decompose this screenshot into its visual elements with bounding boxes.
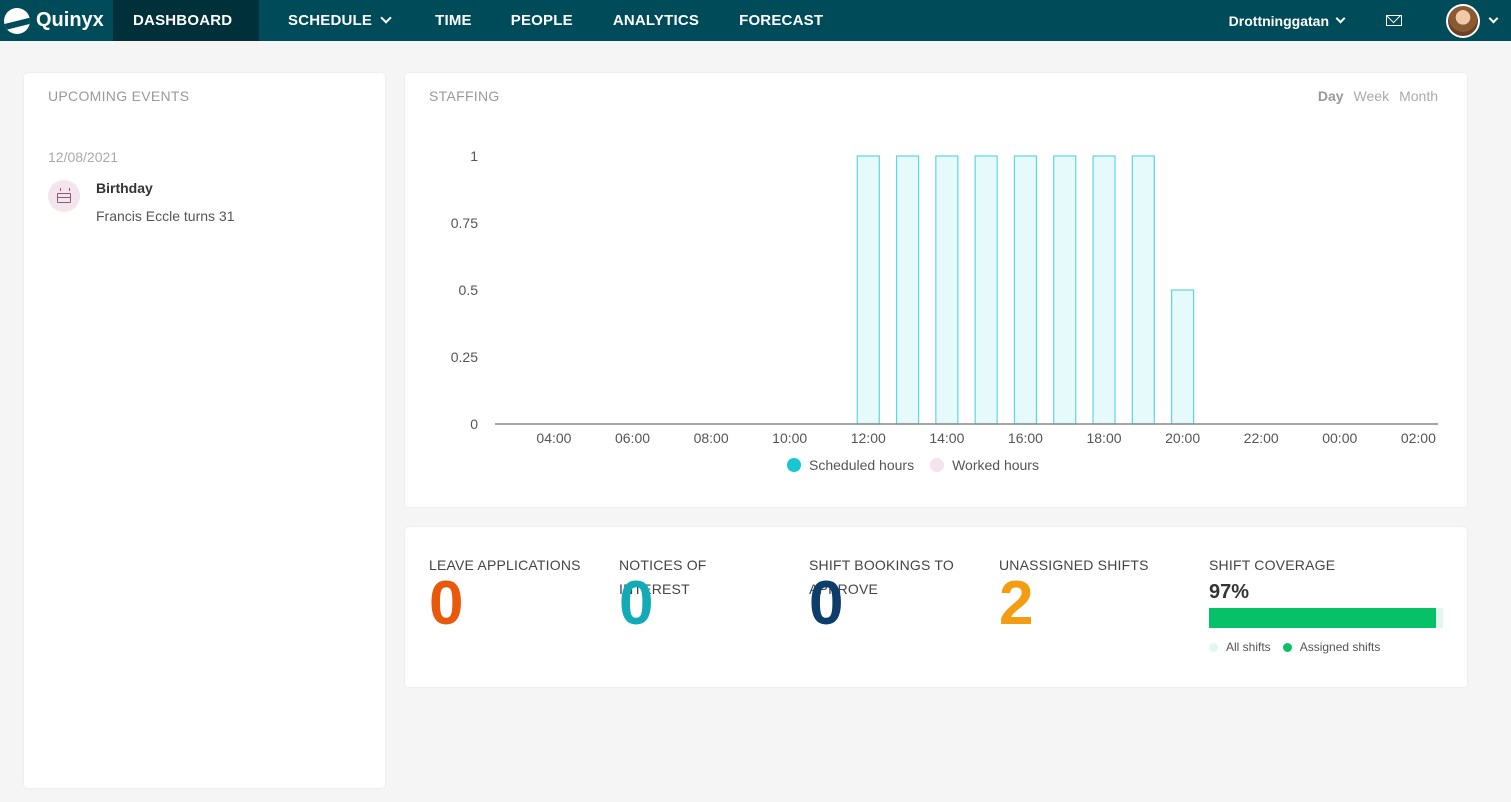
bar-scheduled-hours [1013, 155, 1038, 425]
location-label: Drottninggatan [1228, 12, 1329, 29]
nav-forecast-label: FORECAST [739, 12, 824, 29]
legend-swatch-assigned [1282, 642, 1292, 652]
nav-people-label: PEOPLE [510, 12, 573, 29]
legend-label-worked[interactable]: Worked hours [952, 457, 1039, 473]
nav-schedule-label: SCHEDULE [288, 12, 373, 29]
event-icon-badge [48, 180, 80, 212]
coverage-bar-fill [1209, 608, 1436, 628]
nav-analytics[interactable]: ANALYTICS [573, 0, 699, 41]
event-name: Birthday [96, 180, 153, 196]
coverage-legend: All shifts Assigned shifts [1209, 640, 1445, 654]
y-tick-label: 1 [470, 148, 478, 164]
x-tick-label: 18:00 [1086, 430, 1121, 446]
legend-swatch-all [1209, 642, 1218, 652]
legend-label-assigned: Assigned shifts [1299, 640, 1381, 654]
coverage-percent: 97% [1209, 581, 1250, 603]
shift-coverage[interactable]: SHIFT COVERAGE 97% All shifts Assigned s… [1209, 553, 1445, 654]
nav-people[interactable]: PEOPLE [472, 0, 573, 41]
bar-scheduled-hours [1131, 155, 1155, 425]
logo-text: Quinyx [36, 9, 104, 31]
stat-value-notices-of-interest: 0 [619, 569, 654, 638]
x-tick-label: 04:00 [536, 430, 571, 446]
staffing-card: STAFFING Day Week Month 1 0.75 0.5 0.25 0 04:… [405, 73, 1467, 507]
coverage-label: SHIFT COVERAGE [1209, 557, 1336, 573]
upcoming-events-card: UPCOMING EVENTS 12/08/2021 Birthday Fran… [24, 73, 385, 788]
x-tick-label: 14:00 [929, 430, 964, 446]
chart-legend: Scheduled hours Worked hours [787, 457, 1039, 473]
x-tick-label: 20:00 [1165, 430, 1200, 446]
bar-scheduled-hours [856, 155, 880, 425]
legend-swatch-scheduled [787, 458, 801, 472]
nav-schedule[interactable]: SCHEDULE [259, 0, 392, 41]
x-tick-label: 16:00 [1008, 430, 1043, 446]
bar-scheduled-hours [895, 155, 920, 425]
bar-scheduled-hours [935, 155, 959, 425]
bar-scheduled-hours [974, 155, 998, 425]
mail-icon[interactable] [1386, 15, 1402, 26]
upcoming-events-title: UPCOMING EVENTS [48, 88, 190, 104]
legend-label-all: All shifts [1226, 640, 1271, 654]
nav-dashboard[interactable]: DASHBOARD [113, 0, 259, 41]
quinyx-logo-icon [4, 7, 30, 34]
y-tick-label: 0.25 [451, 349, 478, 365]
bar-scheduled-hours [1171, 289, 1195, 425]
avatar[interactable] [1446, 3, 1480, 38]
stat-value-unassigned-shifts: 2 [999, 569, 1034, 638]
nav-right-group: Drottninggatan [1229, 0, 1511, 41]
x-tick-label: 08:00 [694, 430, 729, 446]
staffing-chart: 1 0.75 0.5 0.25 0 04:00 06:00 08:00 10:00 12:00 14… [451, 148, 1438, 446]
nav-dashboard-label: DASHBOARD [133, 12, 233, 29]
cake-icon [57, 188, 71, 203]
nav-analytics-label: ANALYTICS [612, 12, 700, 29]
x-tick-label: 10:00 [772, 430, 807, 446]
bar-scheduled-hours [1053, 155, 1077, 425]
nav-time[interactable]: TIME [390, 0, 472, 41]
stats-card: LEAVE APPLICATIONS 0 NOTICES OF INTEREST… [405, 527, 1467, 687]
coverage-bar-track [1209, 608, 1443, 628]
y-tick-label: 0.5 [459, 282, 479, 298]
x-tick-label: 06:00 [615, 430, 650, 446]
top-navigation: Quinyx DASHBOARD SCHEDULE TIME PEOPLE AN… [0, 0, 1511, 41]
y-tick-label: 0.75 [451, 215, 478, 231]
y-tick-label: 0 [470, 416, 478, 432]
x-tick-label: 02:00 [1401, 430, 1436, 446]
legend-label-scheduled[interactable]: Scheduled hours [809, 457, 914, 473]
x-tick-label: 12:00 [851, 430, 886, 446]
nav-time-label: TIME [435, 12, 472, 29]
event-date: 12/08/2021 [48, 149, 119, 165]
x-tick-label: 00:00 [1322, 430, 1357, 446]
location-selector[interactable]: Drottninggatan [1228, 12, 1346, 29]
stat-value-shift-bookings: 0 [809, 569, 844, 638]
quinyx-logo[interactable]: Quinyx [0, 0, 113, 41]
x-tick-label: 22:00 [1244, 430, 1279, 446]
stat-value-leave-applications: 0 [429, 569, 464, 638]
chevron-down-icon[interactable] [1488, 13, 1499, 23]
bar-scheduled-hours [1092, 155, 1116, 425]
nav-forecast[interactable]: FORECAST [699, 0, 823, 41]
chevron-down-icon [1335, 13, 1346, 23]
legend-swatch-worked [930, 458, 945, 472]
event-description: Francis Eccle turns 31 [96, 208, 235, 224]
